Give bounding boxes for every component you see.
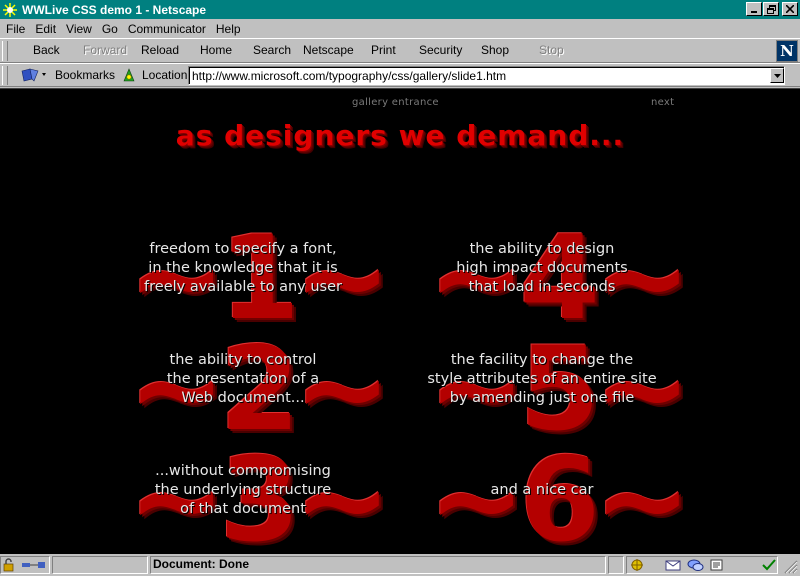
menu-edit[interactable]: Edit [31,22,60,36]
menu-help[interactable]: Help [212,22,245,36]
item-4-line-3: that load in seconds [468,279,616,295]
item-3-line-2: the underlying structure [154,482,332,498]
netscape-logo[interactable]: N [776,40,798,62]
status-text: Document: Done [153,557,249,571]
window-controls [745,2,798,16]
item-2-line-2: the presentation of a [166,371,320,387]
netscape-app-icon[interactable] [2,1,18,18]
status-bar: Document: Done [0,554,800,576]
progress-panel [52,556,148,574]
location-input[interactable] [188,66,785,85]
navigator-icon[interactable] [629,558,645,572]
next-link[interactable]: next [651,97,674,108]
item-1-line-3: freely available to any user [144,279,342,295]
component-bar [626,556,778,574]
close-button[interactable] [782,2,798,16]
bookmarks-icon[interactable] [20,67,48,83]
item-1-line-1: freedom to specify a font, [149,241,337,257]
menu-go[interactable]: Go [98,22,122,36]
ready-panel [608,556,624,574]
item-text-6: and a nice car [392,481,692,500]
shop-button[interactable]: Shop [481,43,509,57]
security-panel[interactable] [0,556,50,574]
minimize-button[interactable] [746,2,762,16]
item-5-line-2: style attributes of an entire site [427,371,657,387]
menu-communicator[interactable]: Communicator [124,22,210,36]
connection-icon [22,562,45,568]
item-text-3: ...without compromising the underlying s… [93,462,393,519]
location-grip[interactable] [2,66,8,85]
item-4-line-1: the ability to design [469,241,615,257]
composer-icon[interactable] [709,558,727,572]
home-button[interactable]: Home [200,43,232,57]
item-text-2: the ability to control the presentation … [93,351,393,408]
print-button[interactable]: Print [371,43,396,57]
location-icon[interactable] [121,67,137,83]
location-dropdown-button[interactable] [770,68,784,83]
netscape-logo-letter: N [780,42,794,60]
menu-file[interactable]: File [2,22,29,36]
location-label: Location: [142,68,191,82]
netscape-button[interactable]: Netscape [303,43,354,57]
bookmarks-label[interactable]: Bookmarks [55,68,115,82]
item-6-line-1: and a nice car [490,482,594,498]
minimize-icon [751,11,757,13]
mail-icon[interactable] [665,558,683,572]
close-icon [786,5,794,13]
restore-icon [766,4,776,14]
item-1-line-2: in the knowledge that it is [148,260,338,276]
item-2-line-3: Web document... [181,390,305,406]
item-5-line-3: by amending just one file [449,390,635,406]
title-bar[interactable]: WWLive CSS demo 1 - Netscape [0,0,800,19]
back-button[interactable]: Back [33,43,60,57]
item-3-line-3: of that document [180,501,306,517]
menu-view[interactable]: View [62,22,96,36]
item-text-4: the ability to design high impact docume… [392,240,692,297]
toolbar-grip[interactable] [2,41,8,61]
security-button[interactable]: Security [419,43,462,57]
item-text-1: freedom to specify a font, in the knowle… [93,240,393,297]
location-toolbar: Bookmarks Location: [0,63,800,87]
reload-button[interactable]: Reload [141,43,179,57]
page-content: gallery entrance next as designers we de… [0,88,800,554]
stop-button[interactable]: Stop [539,43,564,57]
forward-button[interactable]: Forward [83,43,127,57]
item-2-line-1: the ability to control [169,352,317,368]
maximize-button[interactable] [763,2,779,16]
item-4-line-2: high impact documents [456,260,628,276]
item-text-5: the facility to change the style attribu… [392,351,692,408]
gallery-entrance-link[interactable]: gallery entrance [352,97,439,108]
search-button[interactable]: Search [253,43,291,57]
window-title: WWLive CSS demo 1 - Netscape [22,2,207,17]
menu-bar: File Edit View Go Communicator Help [0,19,800,38]
chevron-down-icon [773,73,781,78]
resize-grip[interactable] [784,560,798,574]
lock-icon [3,558,14,572]
navigation-toolbar: Back Forward Reload Home Search Netscape… [0,38,800,63]
checkmark-icon[interactable] [761,558,777,572]
resize-grip-icon [784,560,798,574]
item-3-line-1: ...without compromising [155,463,331,479]
discussion-icon[interactable] [687,558,705,572]
page-headline: as designers we demand... [175,119,625,152]
item-5-line-1: the facility to change the [450,352,634,368]
